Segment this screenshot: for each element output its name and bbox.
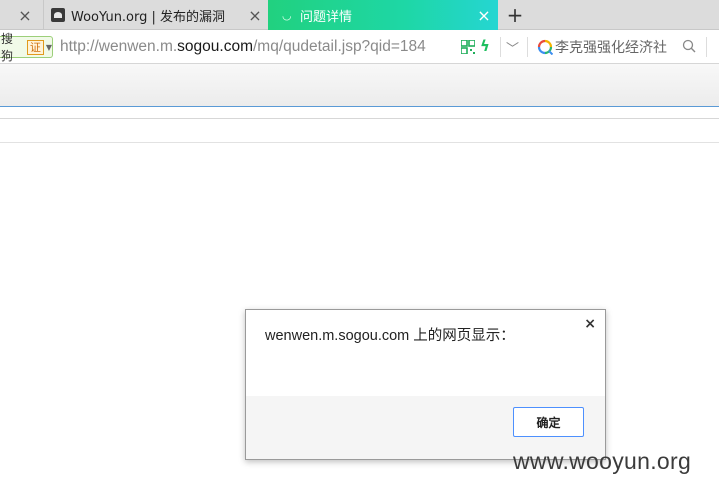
tab-close-icon[interactable]: ×: [244, 0, 266, 30]
certificate-badge: 证: [26, 39, 44, 55]
search-input[interactable]: 李克强强化经济社: [555, 30, 677, 64]
divider: [500, 37, 501, 57]
close-icon[interactable]: ×: [584, 316, 596, 332]
wooyun-favicon-icon: [51, 8, 65, 22]
tab-wooyun[interactable]: WooYun.org | 发布的漏洞 ×: [43, 0, 268, 30]
divider: [0, 118, 719, 119]
speed-mode-icon[interactable]: ϟ: [480, 37, 490, 55]
site-name: 搜狗: [1, 32, 14, 63]
tab-strip: × WooYun.org | 发布的漏洞 × ◡ 问题详情 × +: [0, 0, 719, 30]
ok-button[interactable]: 确定: [513, 407, 584, 437]
tab-label: WooYun.org | 发布的漏洞: [71, 9, 226, 25]
watermark: www.wooyun.org: [513, 448, 692, 474]
divider: [0, 142, 719, 143]
alert-dialog: × wenwen.m.sogou.com 上的网页显示： 确定: [245, 309, 606, 460]
loading-icon: ◡: [282, 8, 292, 22]
tab-close-icon[interactable]: ×: [14, 0, 36, 30]
chevron-down-icon[interactable]: ﹀: [506, 38, 519, 57]
page-toolbar: [0, 64, 719, 107]
tab-close-icon[interactable]: ×: [473, 0, 495, 30]
url-input[interactable]: http://wenwen.m. sogou.com/mq/qudetail.js…: [60, 30, 458, 64]
chevron-down-icon: ▼: [45, 42, 52, 52]
divider: [527, 37, 528, 57]
dialog-title: wenwen.m.sogou.com 上的网页显示：: [265, 328, 515, 344]
tab-previous[interactable]: ×: [0, 0, 42, 30]
search-icon[interactable]: [682, 39, 696, 53]
address-bar: 搜狗 证 ▼ http://wenwen.m. sogou.com/mq/qude…: [0, 30, 719, 64]
tab-label: 问题详情: [300, 9, 353, 25]
qr-code-icon[interactable]: [461, 40, 475, 54]
divider: [706, 37, 707, 57]
search-engine-logo-icon[interactable]: [537, 39, 553, 55]
url-path: /mq/qudetail.jsp?qid=184: [253, 38, 426, 55]
site-identity-badge[interactable]: 搜狗 证 ▼: [0, 32, 53, 63]
tab-question-detail[interactable]: ◡ 问题详情 ×: [268, 0, 498, 30]
dialog-message: [246, 354, 605, 396]
new-tab-button[interactable]: +: [500, 0, 530, 30]
url-prefix: http://wenwen.m.: [60, 38, 178, 55]
url-domain: sogou.com: [177, 38, 253, 55]
